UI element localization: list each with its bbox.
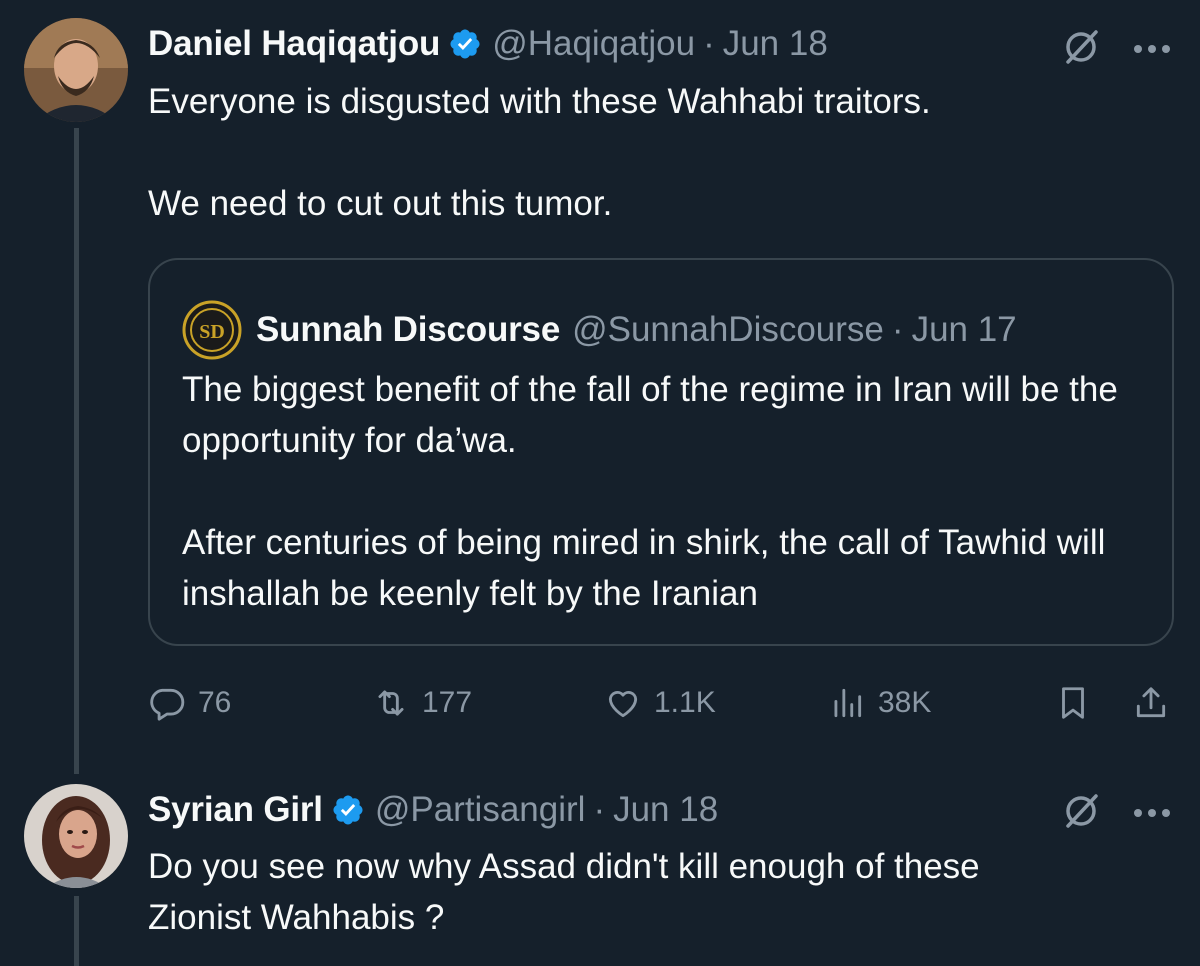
quote-avatar-monogram: SD [199, 321, 225, 343]
quote-author-handle[interactable]: @SunnahDiscourse [572, 308, 884, 352]
tweet-date[interactable]: Jun 18 [613, 788, 718, 832]
reply-count: 76 [198, 686, 232, 719]
bookmark-button[interactable] [1054, 684, 1092, 722]
reply-icon [150, 688, 185, 721]
action-bar: 76 177 1.1K 38K [148, 678, 1178, 728]
tweet-header: Daniel Haqiqatjou @Haqiqatjou · Jun 18 [148, 22, 828, 66]
share-icon [1136, 687, 1166, 718]
grok-icon[interactable] [1060, 26, 1102, 68]
quote-date[interactable]: Jun 17 [912, 308, 1017, 352]
thread-line [74, 896, 79, 966]
timeline: Daniel Haqiqatjou @Haqiqatjou · Jun 18 E… [0, 0, 1200, 966]
like-button[interactable]: 1.1K [604, 678, 716, 728]
verified-badge-icon [448, 27, 482, 61]
view-count: 38K [878, 686, 932, 719]
separator: · [703, 24, 715, 63]
avatar[interactable] [24, 18, 128, 122]
tweet-text: Do you see now why Assad didn't kill eno… [148, 847, 980, 937]
tweet-text: Everyone is disgusted with these Wahhabi… [148, 82, 931, 223]
repost-icon [378, 690, 404, 716]
views-button[interactable]: 38K [828, 678, 931, 728]
quoted-tweet[interactable]: SD Sunnah Discourse @SunnahDiscourse · J… [148, 258, 1174, 646]
bookmark-icon [1062, 687, 1084, 719]
tweet-header: Syrian Girl @Partisangirl · Jun 18 [148, 788, 718, 832]
quote-author-name[interactable]: Sunnah Discourse [256, 308, 560, 352]
quote-avatar[interactable]: SD [182, 300, 242, 360]
views-icon [834, 688, 862, 718]
repost-count: 177 [422, 686, 473, 719]
repost-button[interactable]: 177 [372, 678, 472, 728]
more-icon[interactable] [1132, 806, 1172, 818]
like-count: 1.1K [654, 686, 716, 719]
author-name[interactable]: Syrian Girl [148, 788, 323, 832]
grok-icon[interactable] [1060, 790, 1102, 832]
avatar[interactable] [24, 784, 128, 888]
separator: · [593, 790, 606, 829]
author-handle[interactable]: @Partisangirl [375, 788, 586, 832]
tweet-date[interactable]: Jun 18 [723, 22, 828, 66]
share-button[interactable] [1132, 684, 1170, 722]
thread-line [74, 128, 79, 774]
heart-icon [608, 691, 638, 718]
author-name[interactable]: Daniel Haqiqatjou [148, 22, 440, 66]
verified-badge-icon [331, 793, 365, 827]
more-icon[interactable] [1132, 42, 1172, 54]
quote-header: SD Sunnah Discourse @SunnahDiscourse · J… [182, 300, 1017, 360]
separator: · [891, 310, 904, 349]
author-handle[interactable]: @Haqiqatjou [492, 22, 695, 66]
reply-button[interactable]: 76 [148, 678, 231, 728]
quote-text: The biggest benefit of the fall of the r… [182, 370, 1118, 613]
